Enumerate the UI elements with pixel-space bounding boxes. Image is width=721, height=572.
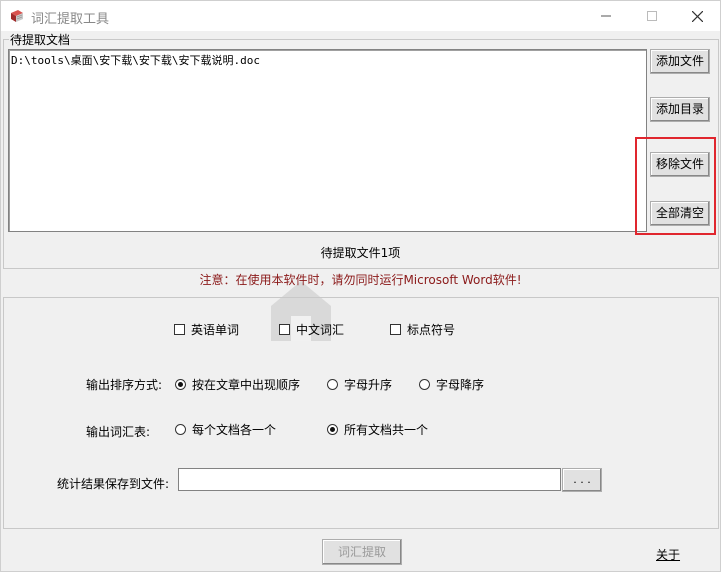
main-window: 词汇提取工具 待提取文档 D:\tools\桌面\安下载\安下载\安下载说明.d…: [0, 0, 721, 572]
radio-dot[interactable]: [175, 424, 186, 435]
options-groupbox: [3, 297, 719, 529]
title-bar: 词汇提取工具: [1, 1, 720, 31]
about-link[interactable]: 关于: [656, 546, 680, 563]
chinese-words-checkbox[interactable]: 中文词汇: [279, 321, 344, 338]
radio-label: 字母降序: [436, 378, 485, 392]
close-icon: [691, 10, 703, 22]
checkbox-label: 英语单词: [191, 323, 240, 337]
output-list-label: 输出词汇表:: [86, 425, 151, 439]
minimize-button[interactable]: [583, 1, 629, 31]
radio-label: 每个文档各一个: [192, 423, 277, 437]
extract-button[interactable]: 词汇提取: [322, 539, 402, 565]
radio-dot[interactable]: [419, 379, 430, 390]
checkbox-box[interactable]: [279, 324, 290, 335]
warning-text: 注意：在使用本软件时，请勿同时运行Microsoft Word软件!: [199, 273, 522, 287]
file-list-item[interactable]: D:\tools\桌面\安下载\安下载\安下载说明.doc: [11, 52, 260, 68]
checkbox-label: 标点符号: [407, 323, 456, 337]
minimize-icon: [601, 15, 611, 17]
save-to-file-label: 统计结果保存到文件:: [57, 477, 170, 491]
add-file-button[interactable]: 添加文件: [650, 49, 710, 74]
add-directory-button[interactable]: 添加目录: [650, 97, 710, 122]
radio-dot[interactable]: [327, 379, 338, 390]
english-words-checkbox[interactable]: 英语单词: [174, 321, 239, 338]
maximize-button[interactable]: [629, 1, 675, 31]
pending-file-count: 待提取文件1项: [320, 246, 401, 260]
window-title: 词汇提取工具: [31, 12, 110, 27]
browse-button[interactable]: . . .: [562, 468, 602, 492]
highlight-box: [635, 137, 716, 235]
radio-label: 所有文档共一个: [344, 423, 429, 437]
app-book-icon: [11, 10, 23, 22]
save-path-input[interactable]: [178, 468, 561, 491]
sort-descending-radio[interactable]: 字母降序: [419, 376, 484, 393]
one-per-document-radio[interactable]: 每个文档各一个: [175, 421, 276, 438]
sort-order-label: 输出排序方式:: [86, 378, 163, 392]
punctuation-checkbox[interactable]: 标点符号: [390, 321, 455, 338]
file-list[interactable]: D:\tools\桌面\安下载\安下载\安下载说明.doc: [8, 49, 647, 232]
files-group-label: 待提取文档: [9, 31, 72, 48]
sort-ascending-radio[interactable]: 字母升序: [327, 376, 392, 393]
checkbox-box[interactable]: [174, 324, 185, 335]
maximize-icon: [647, 11, 657, 21]
close-button[interactable]: [674, 1, 720, 31]
checkbox-label: 中文词汇: [296, 323, 345, 337]
checkbox-box[interactable]: [390, 324, 401, 335]
radio-label: 按在文章中出现顺序: [192, 378, 301, 392]
radio-dot[interactable]: [327, 424, 338, 435]
radio-dot[interactable]: [175, 379, 186, 390]
sort-by-appearance-radio[interactable]: 按在文章中出现顺序: [175, 376, 300, 393]
one-for-all-radio[interactable]: 所有文档共一个: [327, 421, 428, 438]
radio-label: 字母升序: [344, 378, 393, 392]
